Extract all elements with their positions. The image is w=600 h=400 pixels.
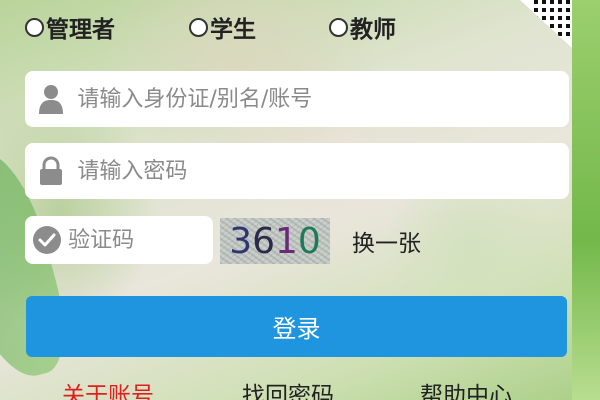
role-option-student[interactable]: 学生: [189, 10, 256, 44]
role-label-admin: 管理者: [46, 17, 115, 43]
account-input[interactable]: [77, 71, 569, 127]
captcha-field[interactable]: [25, 216, 213, 264]
background-leaf-right: [572, 0, 600, 400]
about-account-link[interactable]: 关于账号: [62, 376, 154, 400]
radio-teacher[interactable]: [329, 17, 348, 37]
user-icon: [25, 71, 77, 127]
password-input[interactable]: [77, 143, 569, 199]
login-page: 管理者 学生 教师 请输入身份证/别名/账号 验证码 3 6 1 0 换一张 登…: [0, 0, 600, 400]
qr-code-icon: [534, 0, 570, 36]
role-option-admin[interactable]: 管理者: [25, 10, 115, 44]
captcha-char: 1: [275, 220, 298, 262]
captcha-char: 0: [297, 220, 321, 262]
radio-student[interactable]: [189, 17, 208, 37]
captcha-image[interactable]: 3 6 1 0: [220, 218, 330, 264]
check-circle-icon: [25, 216, 68, 264]
password-field[interactable]: [25, 143, 569, 199]
recover-password-link[interactable]: 找回密码: [242, 376, 334, 400]
account-field[interactable]: [25, 71, 569, 127]
refresh-captcha-link[interactable]: 换一张: [352, 224, 421, 258]
captcha-char: 6: [252, 220, 275, 262]
qr-code-corner[interactable]: [520, 0, 572, 48]
captcha-char: 3: [229, 220, 253, 262]
role-label-student: 学生: [210, 17, 256, 43]
help-center-link[interactable]: 帮助中心: [420, 376, 512, 400]
role-option-teacher[interactable]: 教师: [329, 10, 396, 44]
lock-icon: [25, 143, 77, 199]
captcha-input[interactable]: [68, 216, 213, 264]
radio-admin[interactable]: [25, 17, 44, 37]
role-selector: 管理者 学生 教师: [25, 10, 445, 44]
role-label-teacher: 教师: [350, 17, 396, 43]
login-button[interactable]: 登录: [26, 296, 567, 357]
